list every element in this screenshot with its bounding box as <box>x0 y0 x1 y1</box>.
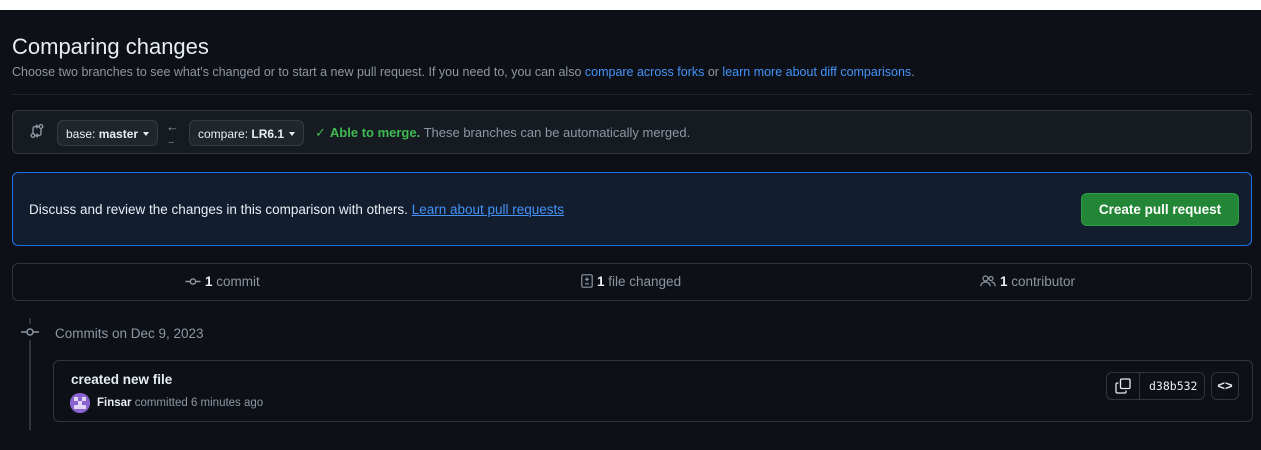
commits-count: 1 <box>205 274 213 289</box>
avatar[interactable] <box>70 393 90 413</box>
compare-branch-select[interactable]: compare: LR6.1 <box>189 120 305 146</box>
stat-contributors[interactable]: 1 contributor <box>980 274 1075 289</box>
check-icon: ✓ <box>315 125 326 140</box>
git-commit-icon <box>19 324 41 340</box>
discuss-message: Discuss and review the changes in this c… <box>29 202 412 217</box>
subtitle-or: or <box>704 65 723 79</box>
commit-sha-group: d38b532 <box>1106 372 1205 400</box>
files-label: file changed <box>604 274 682 289</box>
caret-down-icon <box>143 132 150 136</box>
discuss-banner: Discuss and review the changes in this c… <box>12 172 1252 246</box>
commit-title-link[interactable]: created new file <box>71 372 172 387</box>
merge-status-label: Able to merge. <box>329 125 421 140</box>
browse-repo-button[interactable]: <> <box>1211 372 1239 400</box>
range-editor: base: master ← ... compare: LR6.1 ✓ Able … <box>12 110 1252 154</box>
compare-label: compare: <box>198 127 252 141</box>
arrow-dots: ... <box>168 135 174 146</box>
stat-files-changed[interactable]: 1 file changed <box>581 274 681 289</box>
create-pull-request-button[interactable]: Create pull request <box>1081 193 1239 226</box>
arrow-left-icon: ← <box>166 119 179 134</box>
base-label: base: <box>66 127 99 141</box>
git-commit-icon <box>185 274 201 289</box>
stat-commits[interactable]: 1 commit <box>185 274 260 289</box>
subtitle-period: . <box>911 65 915 79</box>
commits-date-heading: Commits on Dec 9, 2023 <box>55 326 204 341</box>
compare-across-forks-link[interactable]: compare across forks <box>585 65 704 79</box>
files-count: 1 <box>597 274 605 289</box>
base-branch-value: master <box>98 127 139 141</box>
discuss-text: Discuss and review the changes in this c… <box>29 202 564 217</box>
base-branch-select[interactable]: base: master <box>57 120 159 146</box>
contributors-count: 1 <box>1000 274 1008 289</box>
merge-status-detail: These branches can be automatically merg… <box>420 125 691 140</box>
commits-label: commit <box>212 274 260 289</box>
commit-time: committed 6 minutes ago <box>131 397 264 409</box>
contributors-label: contributor <box>1007 274 1076 289</box>
comparison-stats: 1 commit 1 file changed 1 contributor <box>12 263 1252 301</box>
merge-status: ✓ Able to merge. These branches can be au… <box>315 125 690 141</box>
copy-sha-button[interactable] <box>1107 373 1140 399</box>
git-compare-icon <box>29 123 45 144</box>
learn-diff-comparisons-link[interactable]: learn more about diff comparisons <box>722 65 911 79</box>
compare-branch-value: LR6.1 <box>251 127 285 141</box>
page-subtitle: Choose two branches to see what's change… <box>12 65 915 79</box>
commit-meta: Finsar committed 6 minutes ago <box>97 397 263 409</box>
page-title: Comparing changes <box>12 34 209 59</box>
subtitle-text: Choose two branches to see what's change… <box>12 65 585 79</box>
commit-author[interactable]: Finsar <box>97 397 132 409</box>
browser-top-strip <box>0 0 1261 10</box>
caret-down-icon <box>289 132 296 136</box>
commit-list-item: created new file Finsar committed 6 minu… <box>53 360 1253 422</box>
commit-sha-link[interactable]: d38b532 <box>1149 379 1197 393</box>
divider <box>12 94 1252 95</box>
learn-pull-requests-link[interactable]: Learn about pull requests <box>412 202 564 217</box>
people-icon <box>980 274 996 289</box>
file-diff-icon <box>581 274 593 289</box>
